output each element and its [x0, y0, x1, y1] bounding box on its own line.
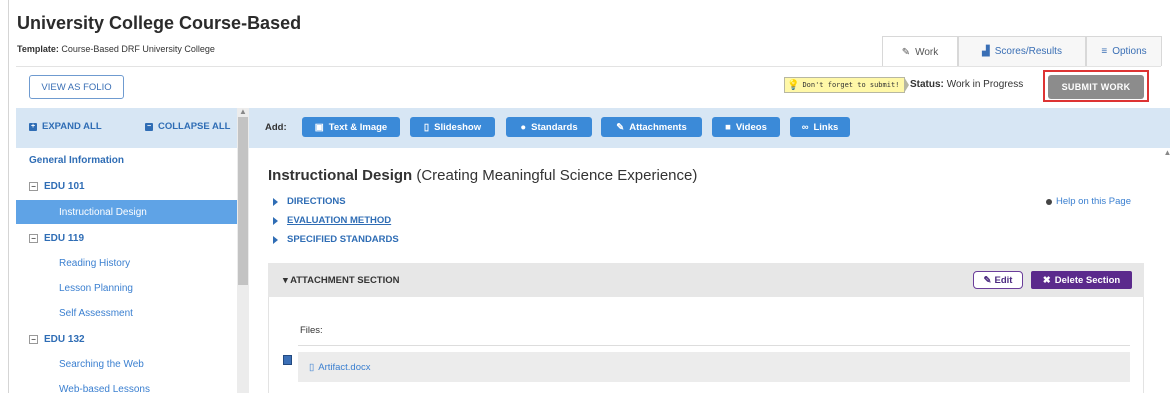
- sidebar-group-edu-119[interactable]: − EDU 119: [29, 233, 84, 244]
- page-title: University College Course-Based: [17, 13, 302, 33]
- add-attachments-button[interactable]: ✎ Attachments: [601, 117, 702, 137]
- tab-divider: [16, 66, 1161, 67]
- add-standards-label: Standards: [531, 121, 578, 133]
- directions-toggle[interactable]: DIRECTIONS: [273, 196, 346, 207]
- help-label: Help on this Page: [1056, 196, 1131, 207]
- expand-all-button[interactable]: + EXPAND ALL: [29, 121, 102, 132]
- file-icon: ▯: [309, 362, 315, 373]
- caret-right-icon: [273, 216, 278, 225]
- circle-icon: ●: [520, 121, 527, 133]
- specified-standards-label: SPECIFIED STANDARDS: [287, 234, 399, 245]
- edit-label: Edit: [994, 274, 1013, 286]
- files-divider: [298, 345, 1130, 346]
- help-icon: [1046, 198, 1052, 205]
- add-videos-label: Videos: [735, 121, 767, 133]
- video-icon: ■: [725, 121, 731, 133]
- template-label: Template:: [17, 44, 59, 54]
- tab-options-label: Options: [1112, 46, 1147, 57]
- scroll-up-icon[interactable]: ▲: [237, 107, 249, 116]
- link-icon: ∞: [801, 121, 809, 133]
- caret-right-icon: [273, 197, 278, 206]
- expand-all-label: EXPAND ALL: [42, 121, 102, 132]
- add-standards-button[interactable]: ● Standards: [506, 117, 592, 137]
- add-slideshow-label: Slideshow: [434, 121, 482, 133]
- add-attachments-label: Attachments: [629, 121, 687, 133]
- main-scroll-up-icon[interactable]: ▲: [1163, 148, 1172, 157]
- reminder-arrow: [904, 77, 909, 93]
- template-value: Course-Based DRF University College: [61, 44, 215, 54]
- collapse-minus-icon[interactable]: −: [29, 335, 38, 344]
- sidebar-group-edu-101[interactable]: − EDU 101: [29, 181, 85, 192]
- evaluation-method-toggle[interactable]: EVALUATION METHOD: [273, 215, 391, 226]
- file-name: Artifact.docx: [318, 362, 371, 373]
- file-link[interactable]: ▯ Artifact.docx: [309, 362, 371, 373]
- reminder-text: Don't forget to submit!: [802, 81, 900, 89]
- add-links-button[interactable]: ∞ Links: [790, 117, 850, 137]
- add-videos-button[interactable]: ■ Videos: [712, 117, 780, 137]
- add-links-label: Links: [813, 121, 839, 133]
- status-label: Status:: [910, 79, 944, 90]
- files-label: Files:: [300, 325, 323, 336]
- caret-right-icon: [273, 235, 278, 244]
- help-link[interactable]: Help on this Page: [1046, 196, 1131, 207]
- collapse-minus-icon[interactable]: −: [29, 182, 38, 191]
- sidebar-item-reading-history[interactable]: Reading History: [59, 258, 130, 269]
- sidebar-item-searching-the-web[interactable]: Searching the Web: [59, 359, 144, 370]
- delete-section-button[interactable]: ✖ Delete Section: [1031, 271, 1132, 289]
- tab-scores-label: Scores/Results: [994, 46, 1062, 57]
- group-label: EDU 132: [44, 334, 85, 345]
- template-info: Template: Course-Based DRF University Co…: [17, 44, 215, 54]
- tab-work[interactable]: ✎ Work: [882, 36, 958, 67]
- tab-options[interactable]: ≡ Options: [1086, 36, 1162, 66]
- add-text-image-button[interactable]: ▣ Text & Image: [302, 117, 400, 137]
- edit-icon: ✎: [901, 46, 911, 58]
- submit-reminder: 💡 Don't forget to submit!: [784, 77, 906, 93]
- content-title-rest: (Creating Meaningful Science Experience): [416, 167, 698, 184]
- specified-standards-toggle[interactable]: SPECIFIED STANDARDS: [273, 234, 399, 245]
- lightbulb-icon: 💡: [787, 79, 800, 91]
- sidebar-item-web-based-lessons[interactable]: Web-based Lessons: [59, 384, 150, 395]
- sidebar-item-instructional-design[interactable]: Instructional Design: [16, 200, 237, 224]
- tab-scores-results[interactable]: ▟ Scores/Results: [958, 36, 1086, 66]
- caret-down-icon: ▾: [283, 275, 288, 286]
- collapse-all-label: COLLAPSE ALL: [158, 121, 231, 132]
- add-slideshow-button[interactable]: ▯ Slideshow: [410, 117, 495, 137]
- pencil-icon: ✎: [983, 274, 992, 286]
- group-label: EDU 101: [44, 181, 85, 192]
- content-title: Instructional Design (Creating Meaningfu…: [268, 167, 697, 184]
- plus-square-icon: +: [29, 122, 37, 131]
- paperclip-icon: ✎: [616, 121, 625, 133]
- word-document-icon: [283, 355, 292, 365]
- document-icon: ▯: [423, 121, 430, 133]
- collapse-minus-icon[interactable]: −: [29, 234, 38, 243]
- image-icon: ▣: [314, 121, 324, 133]
- group-label: EDU 119: [44, 233, 85, 244]
- add-text-image-label: Text & Image: [328, 121, 388, 133]
- status-text: Status: Work in Progress: [910, 79, 1023, 90]
- view-as-folio-button[interactable]: VIEW AS FOLIO: [29, 75, 124, 99]
- sidebar-scroll-thumb[interactable]: [238, 117, 248, 285]
- collapse-all-button[interactable]: − COLLAPSE ALL: [145, 121, 230, 132]
- edit-section-button[interactable]: ✎ Edit: [973, 271, 1023, 289]
- status-value: Work in Progress: [946, 79, 1024, 90]
- submit-work-button[interactable]: SUBMIT WORK: [1048, 75, 1144, 99]
- file-row: [298, 352, 1130, 382]
- sidebar-group-edu-132[interactable]: − EDU 132: [29, 334, 85, 345]
- sidebar-item-lesson-planning[interactable]: Lesson Planning: [59, 283, 133, 294]
- content-title-bold: Instructional Design: [268, 167, 413, 184]
- section-title-label: ATTACHMENT SECTION: [290, 275, 400, 286]
- sidebar-section-general-information[interactable]: General Information: [29, 155, 124, 166]
- evaluation-method-label: EVALUATION METHOD: [287, 215, 392, 226]
- sidebar-item-self-assessment[interactable]: Self Assessment: [59, 308, 133, 319]
- menu-icon: ≡: [1101, 46, 1108, 57]
- chart-icon: ▟: [982, 46, 990, 57]
- close-icon: ✖: [1042, 274, 1051, 286]
- delete-label: Delete Section: [1054, 274, 1121, 286]
- tab-work-label: Work: [915, 46, 939, 58]
- add-label: Add:: [265, 122, 287, 133]
- minus-square-icon: −: [145, 122, 153, 131]
- attachment-section-title[interactable]: ▾ ATTACHMENT SECTION: [283, 275, 400, 286]
- directions-label: DIRECTIONS: [287, 196, 346, 207]
